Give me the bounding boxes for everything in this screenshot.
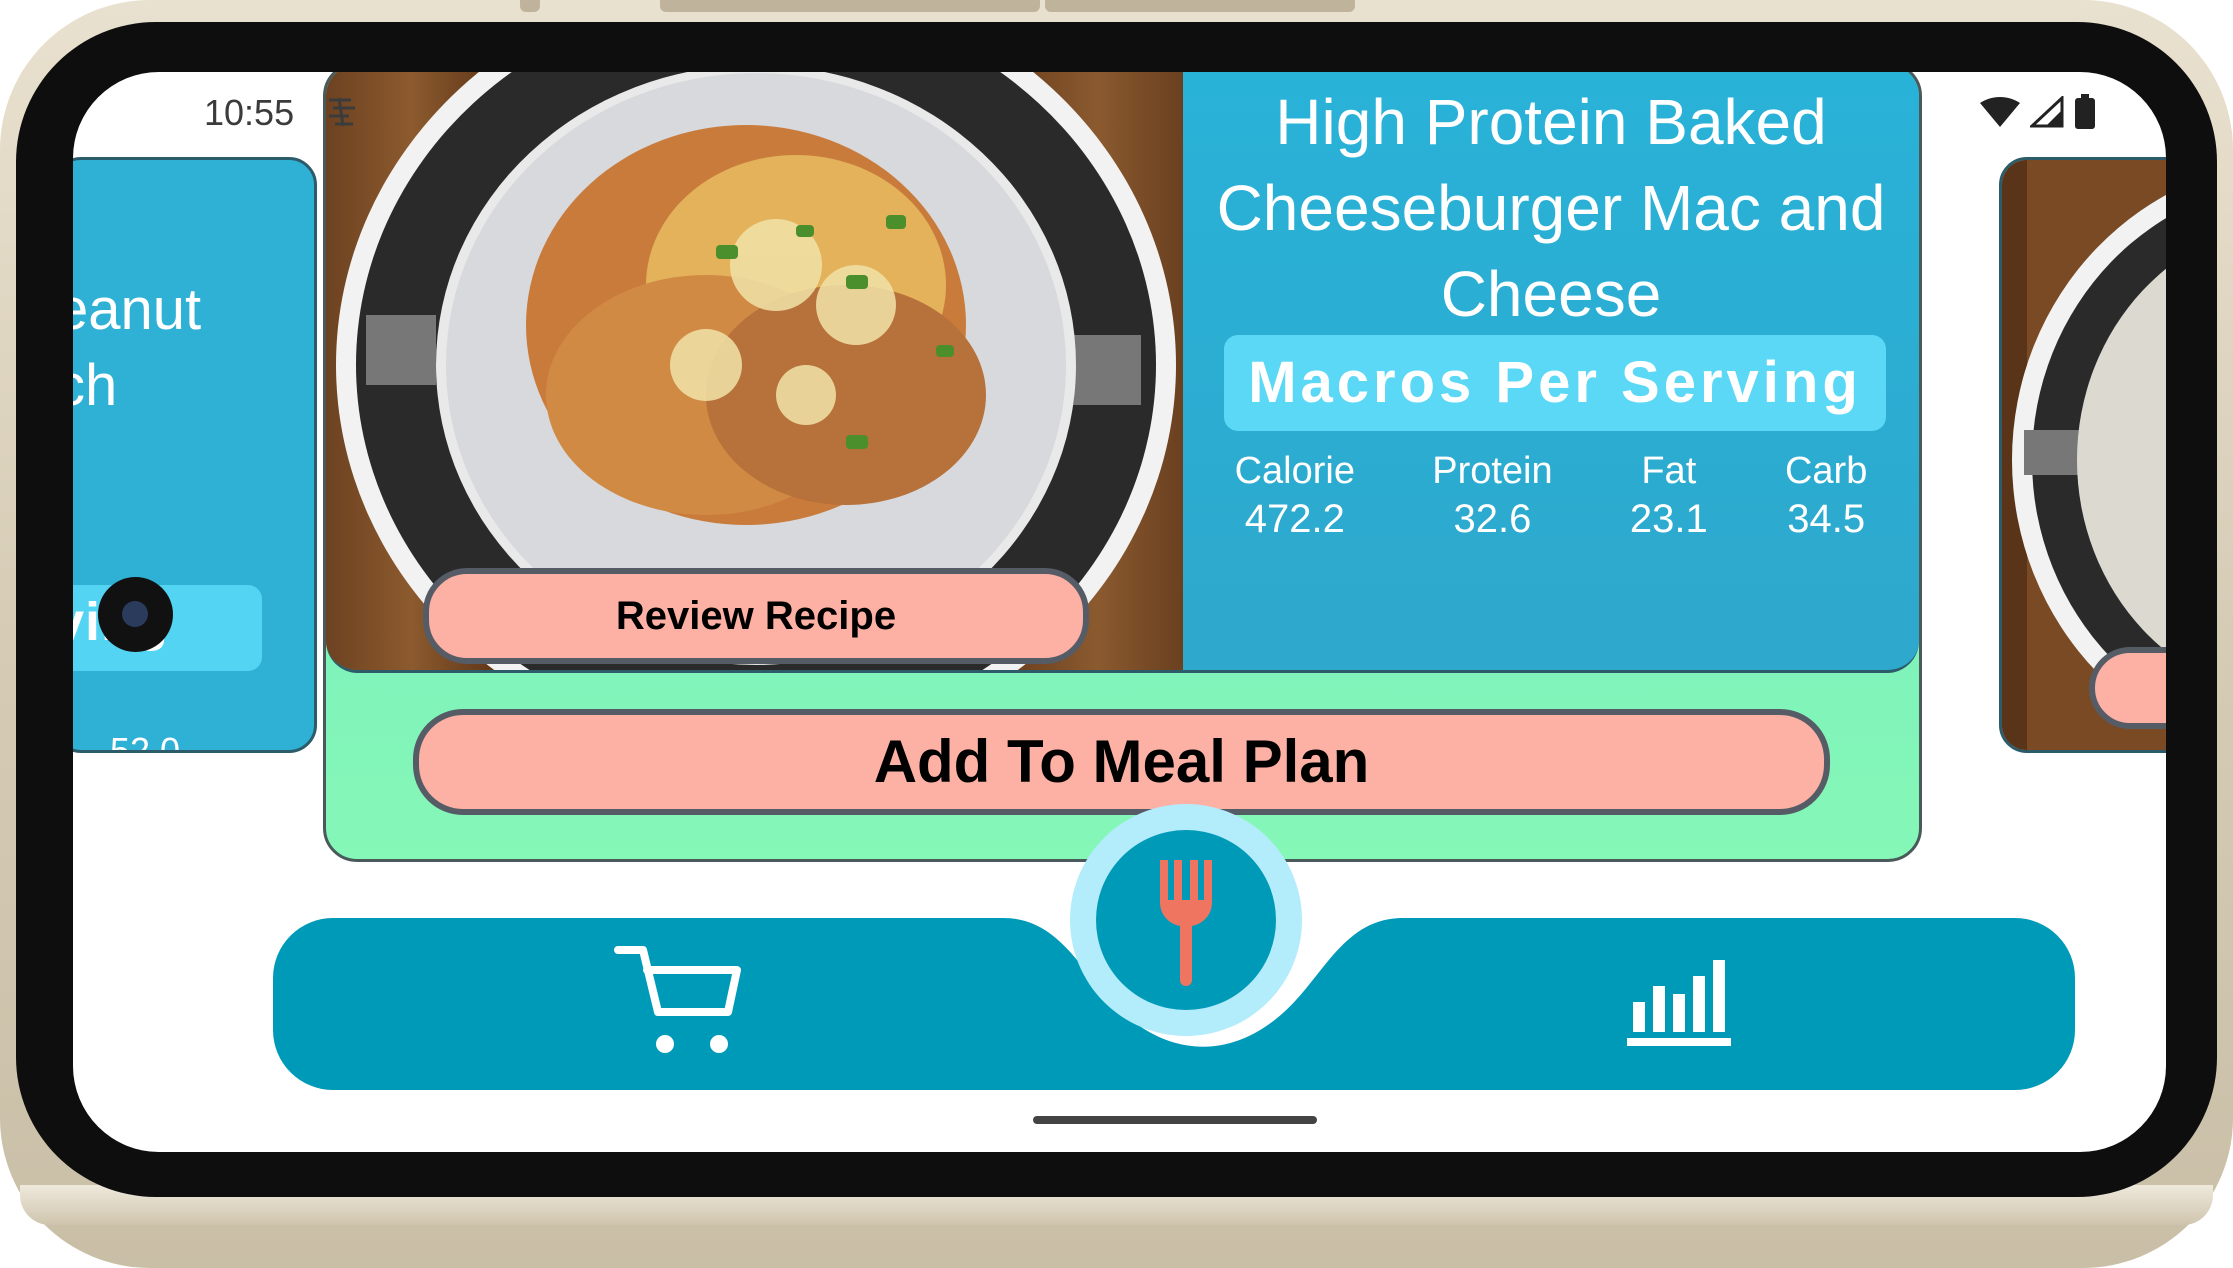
cart-icon — [614, 946, 741, 1053]
recipe-title: High Protein Baked Cheeseburger Mac and … — [1216, 86, 1886, 330]
notification-icon — [325, 96, 359, 133]
previous-card-title: eanut ch — [73, 277, 202, 418]
recipe-card[interactable]: High Protein Baked Cheeseburger Mac and … — [323, 72, 1922, 862]
macro-protein: Protein 32.6 — [1432, 450, 1553, 541]
recipe-card-next[interactable] — [1999, 157, 2166, 753]
macro-carb: Carb 34.5 — [1784, 450, 1868, 541]
front-camera — [98, 577, 173, 652]
macro-fat: Fat 23.1 — [1629, 450, 1708, 541]
macros-heading: Macros Per Serving — [1224, 335, 1886, 431]
previous-card-macro-value: 52.0 — [110, 730, 181, 753]
add-to-meal-plan-button[interactable]: Add To Meal Plan — [413, 709, 1830, 815]
nav-cart[interactable] — [613, 944, 743, 1064]
status-time: 10:55 — [204, 92, 295, 133]
device-button — [660, 0, 1040, 12]
wifi-icon — [1980, 97, 2020, 127]
device-button — [1045, 0, 1355, 12]
nav-stats[interactable] — [1627, 952, 1737, 1052]
device-button — [520, 0, 540, 12]
nav-meals[interactable] — [1070, 804, 1302, 1036]
fork-icon — [1160, 860, 1212, 986]
macro-calorie: Calorie 472.2 — [1234, 450, 1355, 541]
macros-row: Calorie 472.2 Protein 32.6 Fat 23.1 Carb… — [1196, 450, 1906, 542]
home-indicator[interactable] — [1033, 1116, 1317, 1124]
next-recipe-photo — [2002, 160, 2166, 750]
screen: eanut ch ving 52.0 — [73, 72, 2166, 1152]
recipe-card-top: High Protein Baked Cheeseburger Mac and … — [326, 72, 1919, 673]
review-recipe-button[interactable]: Review Recipe — [423, 568, 1089, 664]
status-icons — [1980, 94, 2096, 130]
recipe-card-previous[interactable]: eanut ch ving 52.0 — [73, 157, 317, 753]
bar-chart-icon — [1627, 960, 1731, 1046]
signal-icon — [2030, 96, 2064, 128]
battery-icon — [2075, 94, 2095, 129]
